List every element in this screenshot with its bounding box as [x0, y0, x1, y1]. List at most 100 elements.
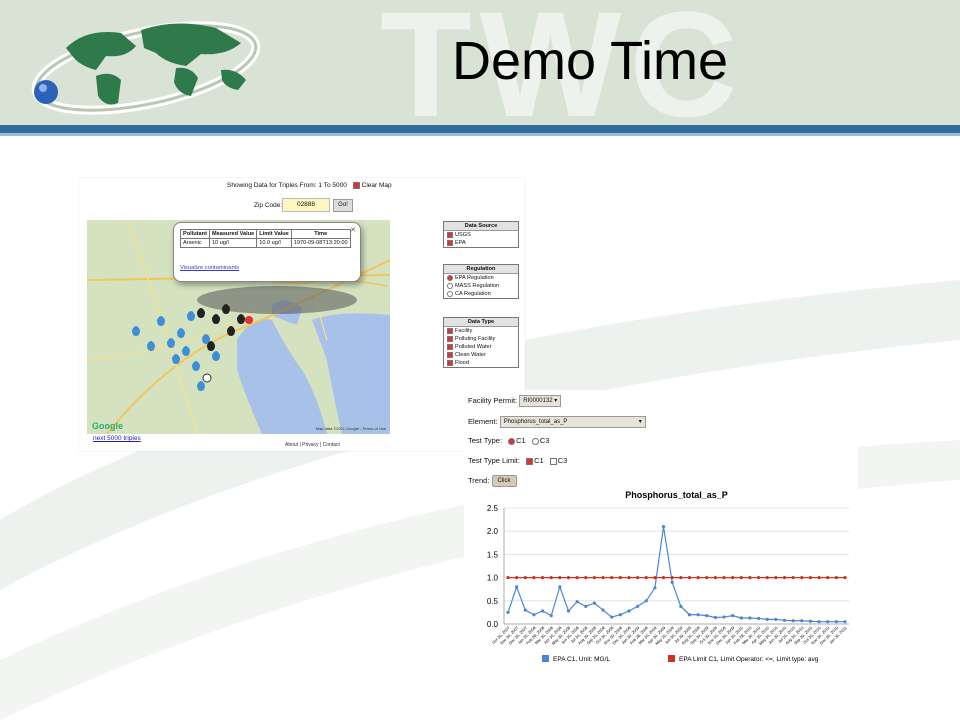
data-point	[739, 616, 743, 620]
series-line	[507, 526, 845, 623]
facility-permit-select[interactable]: RI0000132 ▾	[519, 395, 562, 407]
checkbox[interactable]	[447, 335, 453, 342]
element-row: Element: Phosphorus_total_as_P ▾	[468, 416, 646, 428]
y-tick-label: 2.5	[487, 504, 499, 513]
data-source-epa[interactable]: EPA	[444, 239, 518, 247]
data-point	[817, 576, 821, 580]
y-tick-label: 0.5	[487, 597, 499, 606]
data-point	[731, 576, 735, 580]
data-point	[618, 576, 622, 580]
legend-swatch	[668, 655, 675, 662]
data-point	[705, 576, 709, 580]
globe-logo-icon	[31, 21, 261, 115]
data-source-title: Data Source	[444, 222, 518, 231]
clear-map-label: Clear Map	[361, 182, 392, 190]
y-tick-label: 0.0	[487, 620, 499, 629]
test-type-c1-radio[interactable]	[508, 437, 516, 445]
radio[interactable]	[447, 274, 453, 281]
regulation-mass[interactable]: MASS Regulation	[444, 282, 518, 290]
facility-permit-row: Facility Permit: RI0000132 ▾	[468, 395, 562, 407]
radio[interactable]	[447, 282, 453, 289]
data-point	[756, 576, 761, 580]
data-point	[661, 576, 666, 580]
checkbox[interactable]	[447, 327, 453, 334]
legend-swatch	[542, 655, 549, 662]
google-map[interactable]: ✕ Pollutant Measured Value Limit Value T…	[87, 220, 390, 434]
data-point	[575, 600, 579, 604]
visualize-contaminants-link[interactable]: Visualize contaminants	[180, 265, 239, 271]
clear-map-checkbox[interactable]	[352, 182, 360, 189]
data-type-panel: Data Type Facility Polluting Facility Po…	[443, 317, 519, 368]
pollutant-table: Pollutant Measured Value Limit Value Tim…	[180, 229, 351, 248]
table-header: Limit Value	[256, 229, 292, 239]
slide-title: Demo Time	[452, 31, 729, 91]
data-point	[748, 576, 752, 580]
zip-code-input[interactable]: 02888	[282, 198, 330, 212]
map-app-screenshot: Showing Data for Triples From: 1 To 5000…	[79, 178, 525, 451]
chart-title: Phosphorus_total_as_P	[625, 490, 728, 500]
element-select[interactable]: Phosphorus_total_as_P ▾	[499, 416, 646, 428]
data-point	[765, 576, 769, 580]
data-point	[843, 620, 847, 624]
data-point	[566, 609, 571, 613]
data-point	[618, 613, 622, 617]
data-point	[627, 609, 631, 613]
test-type-c3-radio[interactable]	[531, 437, 539, 445]
data-source-usgs[interactable]: USGS	[444, 231, 518, 239]
data-point	[739, 576, 743, 580]
data-point	[558, 585, 562, 589]
data-type-facility[interactable]: Facility	[444, 327, 518, 335]
header-band-light	[0, 133, 960, 136]
data-point	[782, 618, 787, 622]
data-point	[592, 601, 597, 605]
data-type-flood[interactable]: Flood	[444, 359, 518, 367]
facility-permit-label: Facility Permit:	[468, 395, 518, 405]
data-point	[558, 576, 562, 580]
header-band	[0, 125, 960, 133]
data-point	[800, 619, 804, 623]
data-point	[549, 576, 553, 580]
checkbox[interactable]	[447, 343, 453, 350]
map-data-attribution: Map data ©2011 Google - Terms of Use	[315, 426, 386, 431]
checkbox[interactable]	[447, 351, 453, 358]
data-point	[515, 585, 519, 589]
regulation-ca[interactable]: CA Regulation	[444, 290, 518, 298]
table-cell: Arsenic	[180, 238, 210, 248]
close-icon[interactable]: ✕	[350, 226, 356, 234]
limit-c1-checkbox[interactable]	[526, 457, 534, 465]
element-label: Element:	[468, 416, 498, 426]
data-point	[687, 613, 692, 617]
regulation-epa[interactable]: EPA Regulation	[444, 274, 518, 282]
data-point	[713, 615, 717, 620]
data-type-polluting-facility[interactable]: Polluting Facility	[444, 335, 518, 343]
data-point	[515, 576, 519, 580]
data-point	[653, 576, 657, 580]
table-header: Time	[290, 229, 351, 239]
data-point	[765, 617, 769, 621]
data-point	[653, 586, 657, 590]
test-type-limit-label: Test Type Limit:	[468, 456, 520, 465]
go-button[interactable]: Go!	[333, 199, 353, 212]
next-triples-link[interactable]: next 5000 triples	[93, 435, 141, 442]
data-point	[636, 576, 640, 580]
table-cell: 10 ug/l	[208, 238, 258, 248]
data-point	[540, 576, 545, 580]
data-point	[532, 613, 536, 617]
data-point	[808, 619, 813, 623]
footer-links[interactable]: About | Privacy | Contact	[285, 442, 340, 448]
data-type-clean-water[interactable]: Clean Water	[444, 351, 518, 359]
limit-c3-checkbox[interactable]	[549, 457, 557, 465]
legend-entry: EPA Limit C1, Limit Operator: <=, Limit …	[679, 656, 819, 663]
checkbox[interactable]	[447, 231, 453, 238]
data-point	[722, 576, 726, 580]
data-point	[523, 576, 527, 580]
checkbox[interactable]	[447, 239, 453, 246]
showing-data-text: Showing Data for Triples From: 1 To 5000…	[227, 182, 392, 190]
radio[interactable]	[447, 290, 453, 297]
google-logo: Google	[92, 421, 123, 431]
regulation-panel: Regulation EPA Regulation MASS Regulatio…	[443, 264, 519, 299]
data-type-polluted-water[interactable]: Polluted Water	[444, 343, 518, 351]
checkbox[interactable]	[447, 359, 453, 366]
data-point	[731, 614, 735, 618]
data-point	[800, 576, 804, 580]
